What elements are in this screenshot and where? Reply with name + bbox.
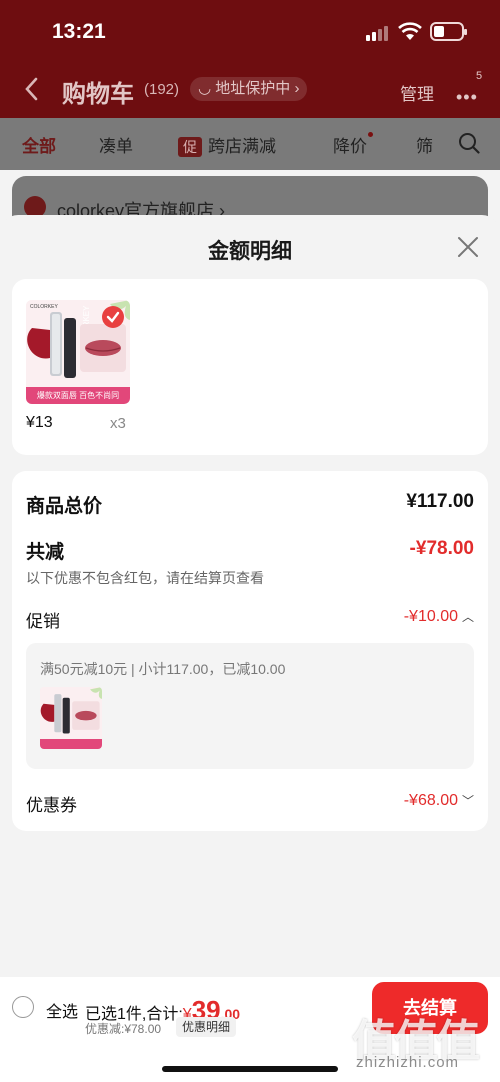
- chevron-right-icon: ›: [290, 80, 300, 97]
- promotion-detail-box: 满50元减10元 | 小计117.00，已减10.00: [26, 643, 474, 769]
- smile-icon: ◡: [198, 80, 216, 97]
- cart-filter-tabs: 全部 凑单 促跨店满减 降价 筛: [0, 118, 500, 170]
- goods-total-value: ¥117.00: [406, 491, 474, 512]
- goods-total-label: 商品总价: [26, 496, 103, 517]
- saving-text: 优惠减:¥78.00: [85, 1022, 162, 1036]
- tab-filter[interactable]: 筛: [416, 132, 433, 157]
- product-image[interactable]: COLORKEY COLORKEY 爆款双面唇 百色不尚同: [26, 300, 130, 404]
- watermark-text: zhizhizhi.com: [356, 1054, 460, 1071]
- coupon-value: -¥68.00: [403, 792, 458, 809]
- promotion-label: 促销: [26, 612, 60, 631]
- svg-text:COLORKEY: COLORKEY: [30, 304, 58, 310]
- promotion-toggle[interactable]: -¥10.00 ︿: [404, 608, 474, 626]
- message-badge: 5: [476, 70, 483, 82]
- product-image-banner: [40, 739, 102, 749]
- product-price: ¥13: [26, 414, 53, 431]
- close-icon[interactable]: [456, 235, 480, 259]
- promotion-product-image: [40, 687, 102, 749]
- status-time: 13:21: [52, 20, 106, 43]
- select-all-radio[interactable]: [12, 996, 34, 1018]
- address-pill-label: 地址保护中: [215, 80, 291, 97]
- promotion-rule-text: 满50元减10元 | 小计117.00，已减10.00: [40, 661, 286, 677]
- address-protection-pill[interactable]: ◡ 地址保护中 ›: [190, 77, 308, 101]
- discount-note: 以下优惠不包含红包，请在结算页查看: [26, 570, 264, 586]
- chevron-down-icon: ﹀: [461, 794, 474, 808]
- sheet-title: 金额明细: [208, 240, 292, 263]
- page-title: 购物车: [62, 81, 134, 108]
- more-icon[interactable]: •••: [456, 87, 478, 108]
- cart-navbar: 购物车 (192) ◡ 地址保护中 › 管理 ••• 5: [0, 62, 500, 116]
- back-arrow-icon[interactable]: [22, 76, 42, 102]
- chevron-up-icon: ︿: [461, 610, 474, 624]
- tab-bundle[interactable]: 凑单: [99, 132, 133, 157]
- product-quantity: x3: [110, 415, 126, 432]
- tab-all[interactable]: 全部: [22, 132, 56, 157]
- tab-cross-store[interactable]: 促跨店满减: [178, 132, 276, 157]
- tab-price-drop-label: 降价: [333, 137, 367, 156]
- product-card: COLORKEY COLORKEY 爆款双面唇 百色不尚同 ¥13 x3: [12, 279, 488, 455]
- manage-button[interactable]: 管理: [400, 80, 434, 105]
- home-indicator: [162, 1066, 338, 1072]
- coupon-toggle[interactable]: -¥68.00 ﹀: [404, 792, 474, 810]
- cart-count: (192): [144, 81, 180, 98]
- amount-detail-sheet: 金额明细 COLORKEY COLORKEY 爆款双面唇 百色不尚同: [0, 215, 500, 977]
- select-all-label[interactable]: 全选: [46, 998, 78, 1022]
- coupon-label: 优惠券: [26, 796, 77, 815]
- product-image-banner: 爆款双面唇 百色不尚同: [26, 387, 130, 404]
- new-dot: [368, 132, 373, 137]
- battery-icon: [430, 22, 467, 41]
- promo-tag: 促: [178, 137, 202, 157]
- discount-value: -¥78.00: [409, 538, 474, 559]
- discount-label: 共减: [26, 542, 65, 563]
- search-icon[interactable]: [458, 132, 480, 154]
- discount-detail-button[interactable]: 优惠明细: [176, 1017, 237, 1037]
- selected-check-icon: [102, 306, 124, 328]
- wifi-icon: [398, 22, 422, 40]
- signal-icon: [366, 25, 388, 41]
- tab-price-drop[interactable]: 降价: [333, 132, 373, 157]
- amount-breakdown-card: 商品总价 ¥117.00 共减 -¥78.00 以下优惠不包含红包，请在结算页查…: [12, 471, 488, 831]
- tab-cross-store-label: 跨店满减: [208, 137, 276, 156]
- promotion-value: -¥10.00: [403, 608, 458, 625]
- status-bar: 13:21: [0, 0, 500, 60]
